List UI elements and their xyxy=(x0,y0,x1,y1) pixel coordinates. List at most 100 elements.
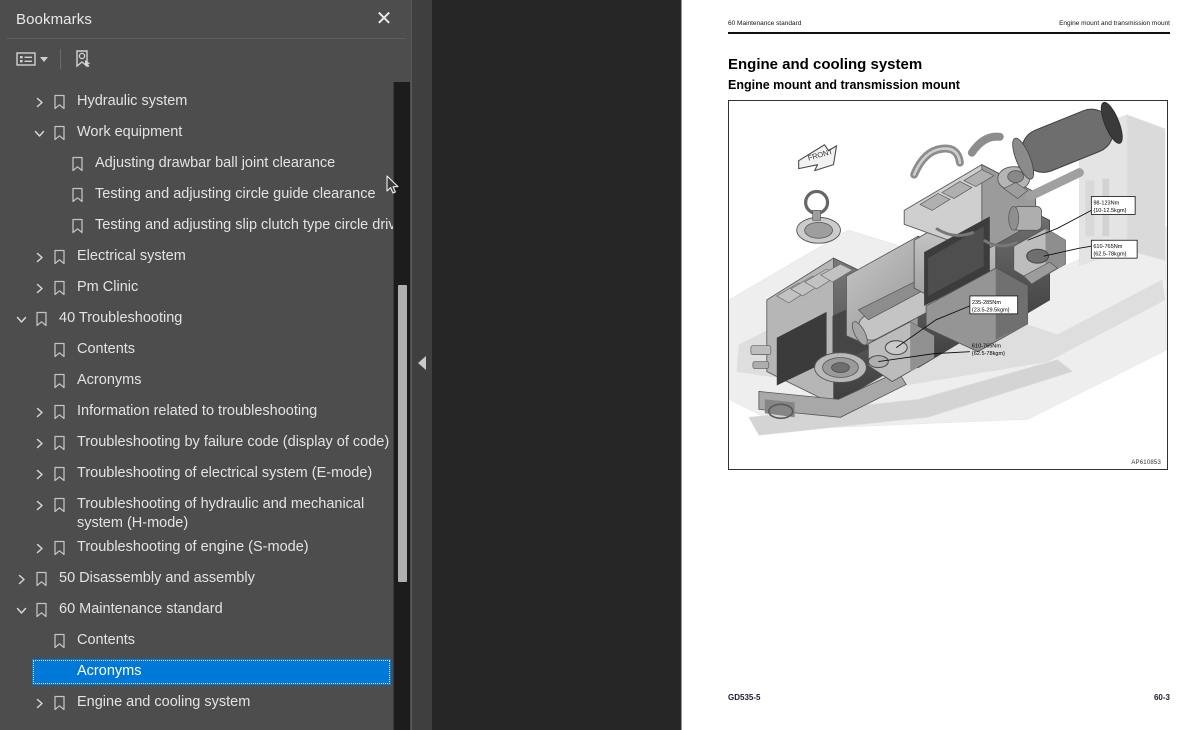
callout-1: 98-123Nm {10-12.5kgm} xyxy=(1090,196,1136,215)
scrollbar-thumb[interactable] xyxy=(398,285,407,582)
bookmark-icon xyxy=(48,339,70,361)
bookmark-item-label: Electrical system xyxy=(77,248,186,264)
bookmark-item[interactable]: Work equipment xyxy=(0,118,392,149)
bookmarks-panel: Bookmarks ✕ Hydraulic system Work equipm… xyxy=(0,0,412,730)
callout-3-line1: 235-285Nm xyxy=(972,300,1001,306)
footer-page-number: 60-3 xyxy=(1153,693,1170,702)
bookmark-item[interactable]: Troubleshooting by failure code (display… xyxy=(0,428,392,459)
bookmark-item[interactable]: Troubleshooting of engine (S-mode) xyxy=(0,533,392,564)
bookmark-item-label: 50 Disassembly and assembly xyxy=(59,570,255,586)
bookmark-item-label: 40 Troubleshooting xyxy=(59,310,183,326)
bookmark-icon xyxy=(48,401,70,423)
collapse-left-triangle-icon[interactable] xyxy=(418,356,426,370)
bookmark-icon xyxy=(48,370,70,392)
bookmark-item[interactable]: Contents xyxy=(0,335,392,366)
bookmark-item[interactable]: 40 Troubleshooting xyxy=(0,304,392,335)
page-footer: GD535-5 60-3 xyxy=(728,693,1170,702)
header-rule xyxy=(728,32,1170,34)
bookmark-icon xyxy=(48,246,70,268)
bookmark-item-label: Testing and adjusting circle guide clear… xyxy=(95,186,376,202)
chevron-down-icon xyxy=(40,56,48,62)
bookmark-icon xyxy=(48,277,70,299)
bookmark-item-label: Acronyms xyxy=(77,663,142,679)
callout-4-line1: 610-765Nm xyxy=(972,344,1001,350)
bookmarks-scrollbar[interactable] xyxy=(393,82,410,730)
bookmarks-tree: Hydraulic system Work equipment Adjusting … xyxy=(0,82,404,719)
toolbar-divider xyxy=(60,49,61,69)
bookmarks-panel-header: Bookmarks ✕ xyxy=(0,0,411,38)
bookmark-item-label: Troubleshooting by failure code (display… xyxy=(77,434,390,450)
document-page: 60 Maintenance standard Engine mount and… xyxy=(681,0,1200,730)
callout-1-line1: 98-123Nm xyxy=(1093,200,1119,206)
bookmark-item[interactable]: Hydraulic system xyxy=(0,87,392,118)
callout-4-line2: {62.5-78kgm} xyxy=(972,351,1005,357)
callout-2-line2: {62.5-78kgm} xyxy=(1093,252,1126,258)
bookmark-item[interactable]: Contents xyxy=(0,626,392,657)
bookmark-item-selected[interactable]: Acronyms xyxy=(0,657,392,688)
callout-1-line2: {10-12.5kgm} xyxy=(1093,208,1126,214)
header-left-text: 60 Maintenance standard xyxy=(728,20,802,27)
chevron-right-icon[interactable] xyxy=(30,277,48,299)
bookmark-item-label: Adjusting drawbar ball joint clearance xyxy=(95,155,336,171)
callout-4: 610-765Nm {62.5-78kgm} xyxy=(972,344,1005,357)
bookmark-item[interactable]: Testing and adjusting slip clutch type c… xyxy=(0,211,404,242)
bookmark-icon xyxy=(48,432,70,454)
bookmark-icon xyxy=(66,184,88,206)
chevron-down-icon[interactable] xyxy=(12,308,30,330)
callout-2: 610-765Nm {62.5-78kgm} xyxy=(1090,239,1138,259)
bookmarks-tree-scroll-area[interactable]: Hydraulic system Work equipment Adjusting … xyxy=(0,82,412,730)
bookmark-item[interactable]: Engine and cooling system xyxy=(0,688,392,719)
chevron-right-icon[interactable] xyxy=(30,246,48,268)
bookmark-item-label: Troubleshooting of engine (S-mode) xyxy=(77,539,309,555)
bookmarks-toolbar xyxy=(0,39,411,79)
bookmark-item-label: Troubleshooting of electrical system (E-… xyxy=(77,465,373,481)
callout-3-line2: {23.5-29.5kgm} xyxy=(972,307,1010,313)
bookmark-icon xyxy=(48,463,70,485)
bookmark-item-label: Contents xyxy=(77,341,136,357)
bookmark-item[interactable]: Troubleshooting of electrical system (E-… xyxy=(0,459,392,490)
chevron-right-icon[interactable] xyxy=(30,494,48,516)
front-direction-arrow: FRONT xyxy=(798,144,838,172)
bookmark-item-label: Contents xyxy=(77,632,136,648)
bookmark-item[interactable]: 50 Disassembly and assembly xyxy=(0,564,392,595)
bookmark-item-label: Information related to troubleshooting xyxy=(77,403,318,419)
bookmark-item[interactable]: 60 Maintenance standard xyxy=(0,595,392,626)
bookmark-item-label: Pm Clinic xyxy=(77,279,139,295)
bookmark-icon xyxy=(30,308,52,330)
close-icon[interactable]: ✕ xyxy=(371,6,397,32)
chevron-right-icon[interactable] xyxy=(30,432,48,454)
technical-diagram: FRONT 98-123Nm {10-12.5kgm} 610-765Nm {6… xyxy=(728,100,1168,470)
bookmark-item[interactable]: Adjusting drawbar ball joint clearance xyxy=(0,149,392,180)
engine-mount-illustration: FRONT 98-123Nm {10-12.5kgm} 610-765Nm {6… xyxy=(729,101,1167,436)
bookmark-item[interactable]: Testing and adjusting circle guide clear… xyxy=(0,180,392,211)
chevron-right-icon[interactable] xyxy=(30,463,48,485)
bookmark-item-label: Troubleshooting of hydraulic and mechani… xyxy=(77,496,365,531)
bookmark-item[interactable]: Troubleshooting of hydraulic and mechani… xyxy=(0,490,392,533)
new-bookmark-icon[interactable] xyxy=(73,45,93,73)
bookmark-item-label: Acronyms xyxy=(77,372,142,388)
bookmark-item-label: Testing and adjusting slip clutch type c… xyxy=(95,217,404,233)
bookmark-icon xyxy=(66,153,88,175)
list-options-icon[interactable] xyxy=(16,45,48,73)
bookmark-item[interactable]: Electrical system xyxy=(0,242,392,273)
chevron-right-icon[interactable] xyxy=(30,401,48,423)
footer-model: GD535-5 xyxy=(728,693,761,702)
chevron-right-icon[interactable] xyxy=(30,537,48,559)
document-viewer: 60 Maintenance standard Engine mount and… xyxy=(432,0,1200,730)
chevron-down-icon[interactable] xyxy=(12,599,30,621)
bookmark-icon xyxy=(30,599,52,621)
bookmark-item[interactable]: Pm Clinic xyxy=(0,273,392,304)
page-subtitle: Engine mount and transmission mount xyxy=(728,78,960,92)
callout-2-line1: 610-765Nm xyxy=(1093,244,1122,250)
bookmark-item[interactable]: Information related to troubleshooting xyxy=(0,397,392,428)
chevron-right-icon[interactable] xyxy=(12,568,30,590)
bookmark-item-label: 60 Maintenance standard xyxy=(59,601,223,617)
panel-title: Bookmarks xyxy=(16,10,92,28)
bookmark-icon xyxy=(48,122,70,144)
bookmark-item[interactable]: Acronyms xyxy=(0,366,392,397)
bookmark-item-label: Engine and cooling system xyxy=(77,694,251,710)
chevron-right-icon[interactable] xyxy=(30,91,48,113)
page-title: Engine and cooling system xyxy=(728,56,923,73)
chevron-right-icon[interactable] xyxy=(30,692,48,714)
chevron-down-icon[interactable] xyxy=(30,122,48,144)
